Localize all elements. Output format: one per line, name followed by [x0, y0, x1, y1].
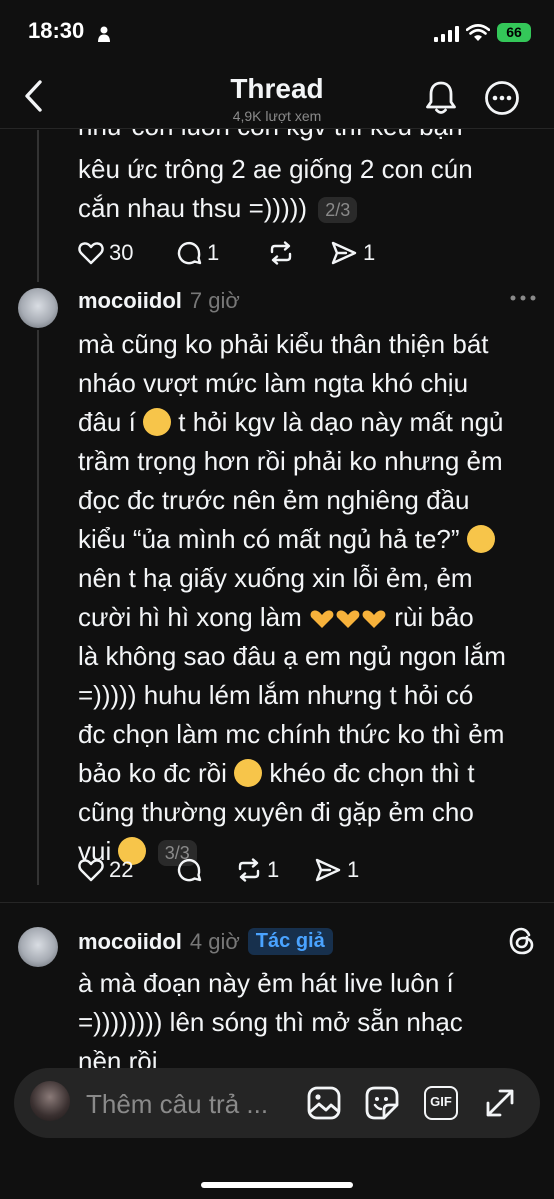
comment-button[interactable] — [176, 857, 236, 883]
post1-actions: 30 1 1 — [78, 238, 375, 268]
cellular-signal-icon — [434, 26, 459, 42]
share-icon — [315, 858, 341, 882]
like-button[interactable]: 30 — [78, 240, 176, 266]
post-time: 7 giờ — [189, 288, 240, 313]
person-icon — [98, 26, 110, 42]
gif-icon[interactable]: GIF — [424, 1086, 458, 1120]
heart-icon — [78, 242, 104, 265]
avatar[interactable] — [18, 288, 58, 328]
my-avatar — [30, 1081, 70, 1121]
holding-back-tears-emoji — [234, 759, 263, 787]
page-title: Thread — [230, 73, 324, 104]
image-icon[interactable] — [306, 1085, 342, 1121]
repost-button[interactable]: 1 — [236, 857, 314, 883]
heart-hands-emoji — [336, 610, 360, 628]
comment-icon — [177, 858, 202, 882]
comment-icon — [177, 241, 202, 265]
status-time: 18:30 — [28, 18, 85, 43]
repost-icon — [270, 241, 292, 265]
post-time: 4 giờ — [189, 928, 240, 954]
author-badge: Tác giả — [247, 928, 333, 955]
heart-hands-emoji — [362, 610, 386, 628]
avatar[interactable] — [18, 927, 58, 967]
share-button[interactable]: 1 — [330, 240, 375, 266]
sticker-icon[interactable] — [364, 1085, 400, 1121]
repost-button[interactable] — [268, 240, 330, 266]
post2-actions: 22 1 1 — [78, 855, 359, 885]
more-options-icon[interactable] — [510, 294, 536, 302]
repost-icon — [238, 858, 260, 882]
wifi-icon — [466, 24, 490, 41]
username[interactable]: mocoiidol — [78, 288, 182, 314]
share-icon — [331, 241, 357, 265]
pleading-face-emoji — [143, 408, 172, 436]
expand-icon[interactable] — [482, 1085, 518, 1121]
threads-logo-icon — [509, 927, 534, 955]
home-indicator — [201, 1182, 353, 1188]
username[interactable]: mocoiidol — [78, 929, 182, 955]
post1-text: kêu ức trông 2 ae giống 2 con cún cắn nh… — [78, 154, 473, 224]
post3-header: mocoiidol 4 giờ Tác giả — [78, 928, 333, 955]
comment-button[interactable]: 1 — [176, 240, 268, 266]
heart-hands-emoji — [310, 610, 334, 628]
view-count: 4,9K lượt xem — [232, 108, 322, 124]
post-divider — [0, 902, 554, 903]
post2-header: mocoiidol 7 giờ — [78, 288, 240, 314]
reply-input[interactable] — [84, 1088, 293, 1120]
battery-indicator: 66 — [497, 23, 531, 42]
post1-clipped-line: như con luôn còn kgv thì kêu bạn — [78, 129, 548, 149]
like-button[interactable]: 22 — [78, 857, 176, 883]
thread-connector-line — [37, 130, 39, 282]
more-circle-icon[interactable] — [484, 80, 520, 116]
crying-face-emoji — [466, 525, 495, 553]
heart-icon — [78, 859, 104, 882]
thread-connector-line — [37, 330, 39, 885]
post3-text: à mà đoạn này ẻm hát live luôn í =))))))… — [78, 968, 463, 1076]
bell-icon[interactable] — [424, 80, 458, 116]
post1-page-indicator: 2/3 — [318, 197, 358, 224]
share-button[interactable]: 1 — [314, 857, 359, 883]
post2-text: mà cũng ko phải kiểu thân thiện bát nháo… — [78, 329, 506, 867]
